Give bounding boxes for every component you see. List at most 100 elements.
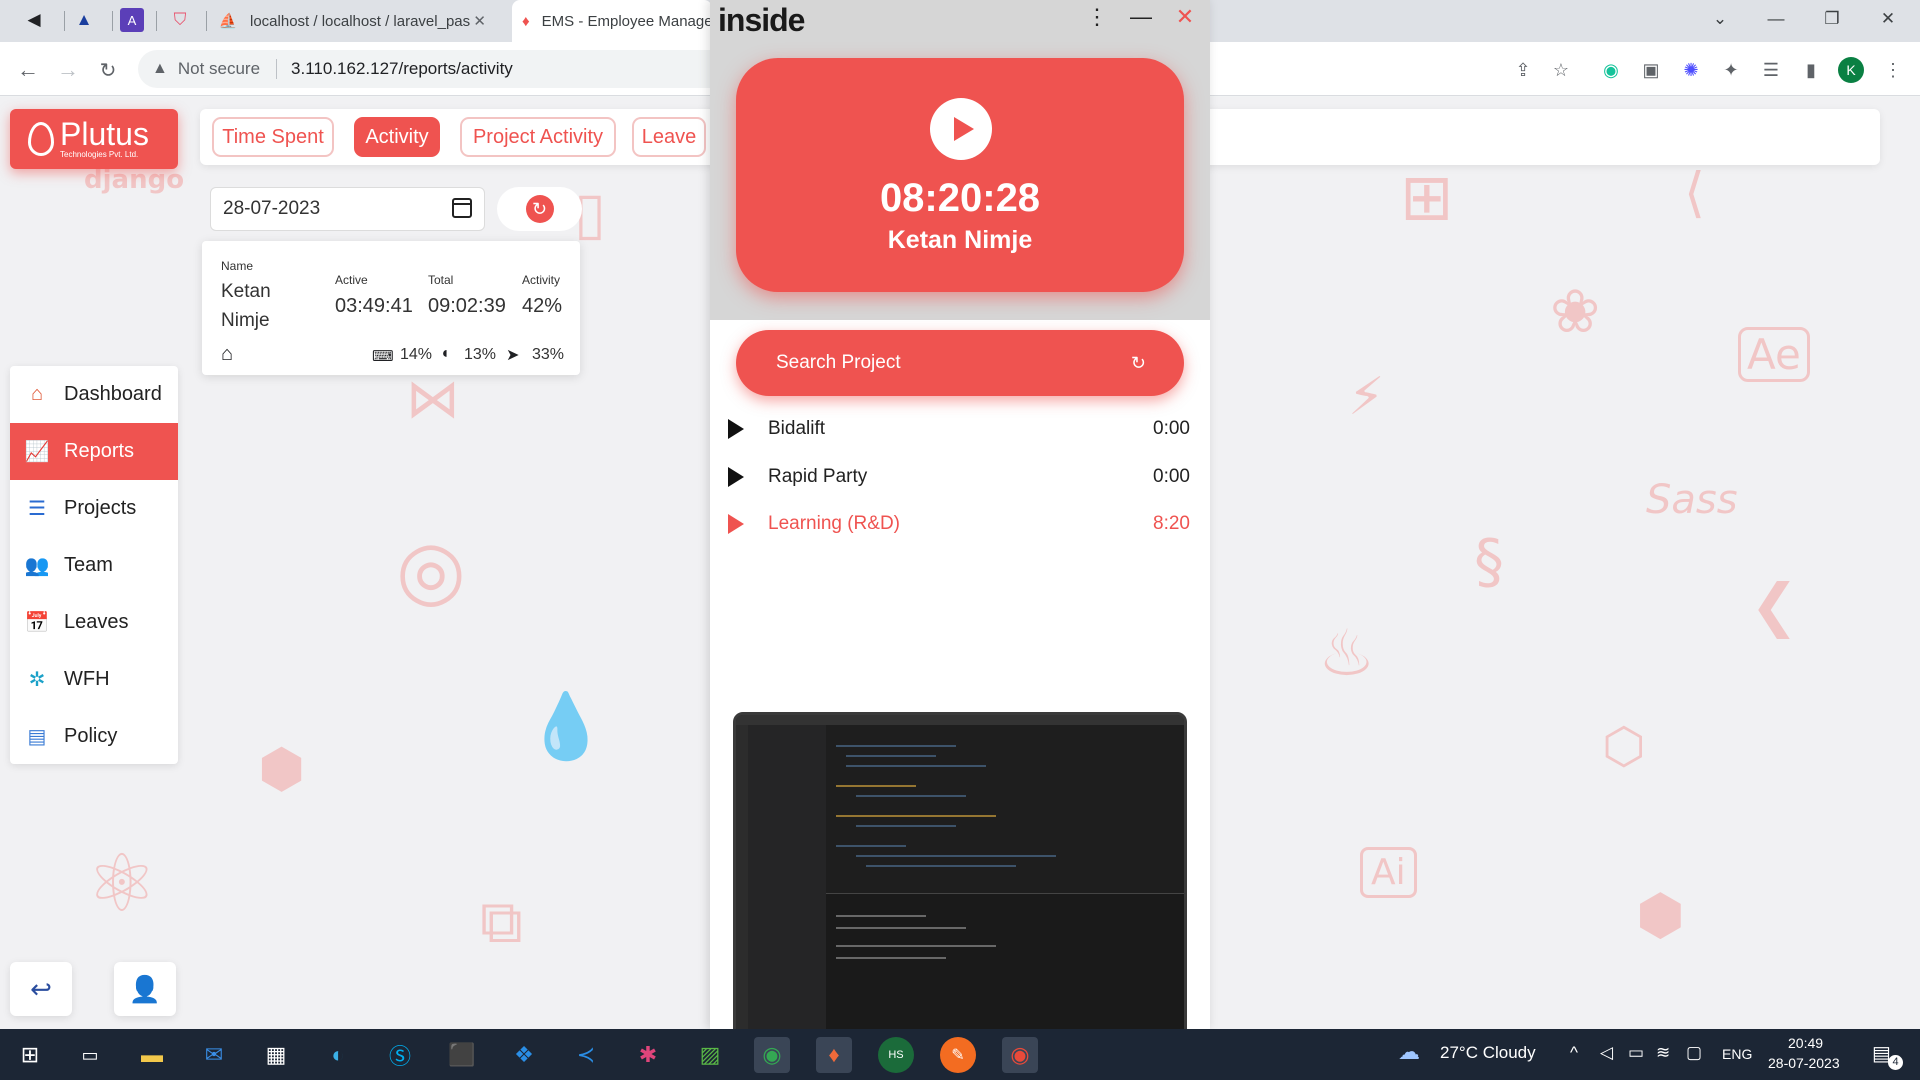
postman-icon[interactable]: ✎ bbox=[940, 1037, 976, 1073]
language-indicator[interactable]: ENG bbox=[1722, 1046, 1752, 1062]
share-icon[interactable]: ⇪ bbox=[1510, 57, 1536, 83]
mail-icon[interactable]: ✉ bbox=[196, 1037, 232, 1073]
speaker-icon[interactable]: ◀ bbox=[22, 8, 46, 32]
battery-icon[interactable]: ▭ bbox=[1628, 1043, 1644, 1063]
calendar-icon[interactable] bbox=[452, 198, 472, 218]
play-icon[interactable] bbox=[728, 419, 744, 439]
inside-app-window: inside ⋮ — ✕ 08:20:28 Ketan Nimje Search… bbox=[710, 0, 1210, 1029]
bookmark-star-icon[interactable]: ☆ bbox=[1548, 57, 1574, 83]
active-value: 03:49:41 bbox=[335, 295, 413, 317]
close-window-icon[interactable]: ✕ bbox=[1860, 0, 1916, 38]
side-panel-icon[interactable]: ▮ bbox=[1798, 57, 1824, 83]
display-icon[interactable]: ▢ bbox=[1686, 1043, 1702, 1063]
store-icon[interactable]: ▦ bbox=[258, 1037, 294, 1073]
pinned-tab-atlassian-icon[interactable]: ▲ bbox=[72, 8, 96, 32]
sidebar-item-wfh[interactable]: ✲ WFH bbox=[10, 651, 178, 708]
terminal-line bbox=[836, 957, 946, 959]
phpmyadmin-icon: ⛵ bbox=[218, 13, 238, 30]
thumbnail-titlebar bbox=[736, 715, 1184, 725]
logo-subtitle: Technologies Pvt. Ltd. bbox=[60, 149, 139, 159]
tab-project-activity[interactable]: Project Activity bbox=[460, 117, 616, 157]
sidebar-item-policy[interactable]: ▤ Policy bbox=[10, 708, 178, 765]
close-icon[interactable]: ✕ bbox=[1170, 2, 1200, 32]
xamarin-icon: ⬡ bbox=[1602, 717, 1646, 775]
back-icon[interactable]: ← bbox=[12, 54, 44, 86]
sidebar-item-team[interactable]: 👥 Team bbox=[10, 537, 178, 594]
back-arrow-button[interactable]: ↩ bbox=[10, 962, 72, 1016]
weather-text[interactable]: 27°C Cloudy bbox=[1440, 1043, 1536, 1063]
tab-phpmyadmin[interactable]: ⛵ localhost / localhost / laravel_pas ✕ bbox=[218, 0, 498, 42]
file-explorer-icon[interactable]: ▬ bbox=[134, 1037, 170, 1073]
project-row-active[interactable]: Learning (R&D) 8:20 bbox=[728, 501, 1198, 547]
flutter-icon: ❮ bbox=[1750, 571, 1799, 639]
hubstaff-icon[interactable]: HS bbox=[878, 1037, 914, 1073]
project-row[interactable]: Rapid Party 0:00 bbox=[728, 454, 1198, 500]
windows-start-icon[interactable]: ⊞ bbox=[12, 1037, 48, 1073]
forward-icon[interactable]: → bbox=[52, 54, 84, 86]
vscode-icon[interactable]: ≺ bbox=[568, 1037, 604, 1073]
sidebar-item-reports[interactable]: 📈 Reports bbox=[10, 423, 178, 480]
inside-app-icon[interactable]: ♦ bbox=[816, 1037, 852, 1073]
kebab-menu-icon[interactable]: ⋮ bbox=[1082, 2, 1112, 32]
slack-icon[interactable]: ✱ bbox=[630, 1037, 666, 1073]
close-icon[interactable]: ✕ bbox=[473, 12, 486, 30]
tab-ems[interactable]: ♦ EMS - Employee Manage bbox=[512, 0, 713, 42]
pinned-tab-app-icon[interactable]: A bbox=[120, 8, 144, 32]
pinned-tab-laravel-icon[interactable]: ⛉ bbox=[168, 8, 192, 32]
wifi-icon[interactable]: ≋ bbox=[1656, 1043, 1670, 1063]
play-icon[interactable] bbox=[728, 467, 744, 487]
employee-activity-card[interactable]: Name Ketan Nimje Active 03:49:41 Total 0… bbox=[202, 241, 580, 375]
code-extension-icon[interactable]: ▣ bbox=[1638, 57, 1664, 83]
user-avatar-button[interactable]: 👤 bbox=[114, 962, 176, 1016]
edge-icon[interactable]: ◐ bbox=[320, 1037, 356, 1073]
tab-search-icon[interactable]: ⌄ bbox=[1692, 0, 1748, 38]
tab-activity[interactable]: Activity bbox=[354, 117, 440, 157]
volume-icon[interactable]: ◁ bbox=[1600, 1043, 1613, 1063]
scala-icon: ♨ bbox=[1318, 617, 1376, 691]
keyboard-percent: 14% bbox=[400, 346, 433, 363]
reading-list-icon[interactable]: ☰ bbox=[1758, 57, 1784, 83]
code-line bbox=[846, 765, 986, 767]
url-text[interactable]: 3.110.162.127/reports/activity bbox=[291, 59, 513, 79]
extensions-puzzle-icon[interactable]: ✦ bbox=[1718, 57, 1744, 83]
skype-icon[interactable]: Ⓢ bbox=[382, 1037, 418, 1073]
sidebar-item-label: Projects bbox=[64, 497, 137, 519]
chrome-icon[interactable]: ◉ bbox=[754, 1037, 790, 1073]
play-icon[interactable] bbox=[728, 514, 744, 534]
refresh-button[interactable]: ↻ bbox=[497, 187, 582, 231]
menu-kebab-icon[interactable]: ⋮ bbox=[1880, 57, 1906, 83]
date-input[interactable]: 28-07-2023 bbox=[210, 187, 485, 231]
screen-capture-thumbnail bbox=[733, 712, 1187, 1029]
clock-date[interactable]: 28-07-2023 bbox=[1768, 1055, 1840, 1071]
task-view-icon[interactable]: ▭ bbox=[72, 1037, 108, 1073]
network-app-icon[interactable]: ❖ bbox=[506, 1037, 542, 1073]
minimize-icon[interactable]: — bbox=[1126, 2, 1156, 32]
tab-time-spent[interactable]: Time Spent bbox=[212, 117, 334, 157]
plutus-logo[interactable]: Plutus Technologies Pvt. Ltd. bbox=[10, 109, 178, 169]
clock-time[interactable]: 20:49 bbox=[1788, 1035, 1823, 1051]
sidebar-item-label: Reports bbox=[64, 440, 135, 462]
maximize-icon[interactable]: ❐ bbox=[1804, 0, 1860, 38]
profile-avatar[interactable]: K bbox=[1838, 57, 1864, 83]
virtualbox-icon[interactable]: ⬛ bbox=[444, 1037, 480, 1073]
sidebar-item-leaves[interactable]: 📅 Leaves bbox=[10, 594, 178, 651]
play-timer-button[interactable] bbox=[930, 98, 992, 160]
project-row[interactable]: Bidalift 0:00 bbox=[728, 406, 1198, 452]
thumbnail-explorer bbox=[748, 725, 826, 1029]
grammarly-icon[interactable]: ◉ bbox=[1598, 57, 1624, 83]
thumbnail-terminal bbox=[826, 893, 1184, 1029]
reload-icon[interactable]: ↻ bbox=[92, 54, 124, 86]
refresh-icon[interactable]: ↻ bbox=[1131, 353, 1146, 374]
timer-display: 08:20:28 bbox=[879, 176, 1041, 220]
sidebar-item-projects[interactable]: ☰ Projects bbox=[10, 480, 178, 537]
extension-sparkle-icon[interactable]: ✺ bbox=[1678, 57, 1704, 83]
cursor-icon: ➤ bbox=[506, 347, 520, 364]
search-project-button[interactable]: Search Project ↻ bbox=[736, 330, 1184, 396]
chrome-profile-icon[interactable]: ◉ bbox=[1002, 1037, 1038, 1073]
calendar-icon: 📅 bbox=[24, 612, 50, 634]
minimize-icon[interactable]: — bbox=[1748, 0, 1804, 38]
show-hidden-icons[interactable]: ^ bbox=[1570, 1043, 1578, 1063]
chart-app-icon[interactable]: ▨ bbox=[692, 1037, 728, 1073]
sidebar-item-dashboard[interactable]: ⌂ Dashboard bbox=[10, 366, 178, 423]
tab-leave[interactable]: Leave bbox=[632, 117, 706, 157]
